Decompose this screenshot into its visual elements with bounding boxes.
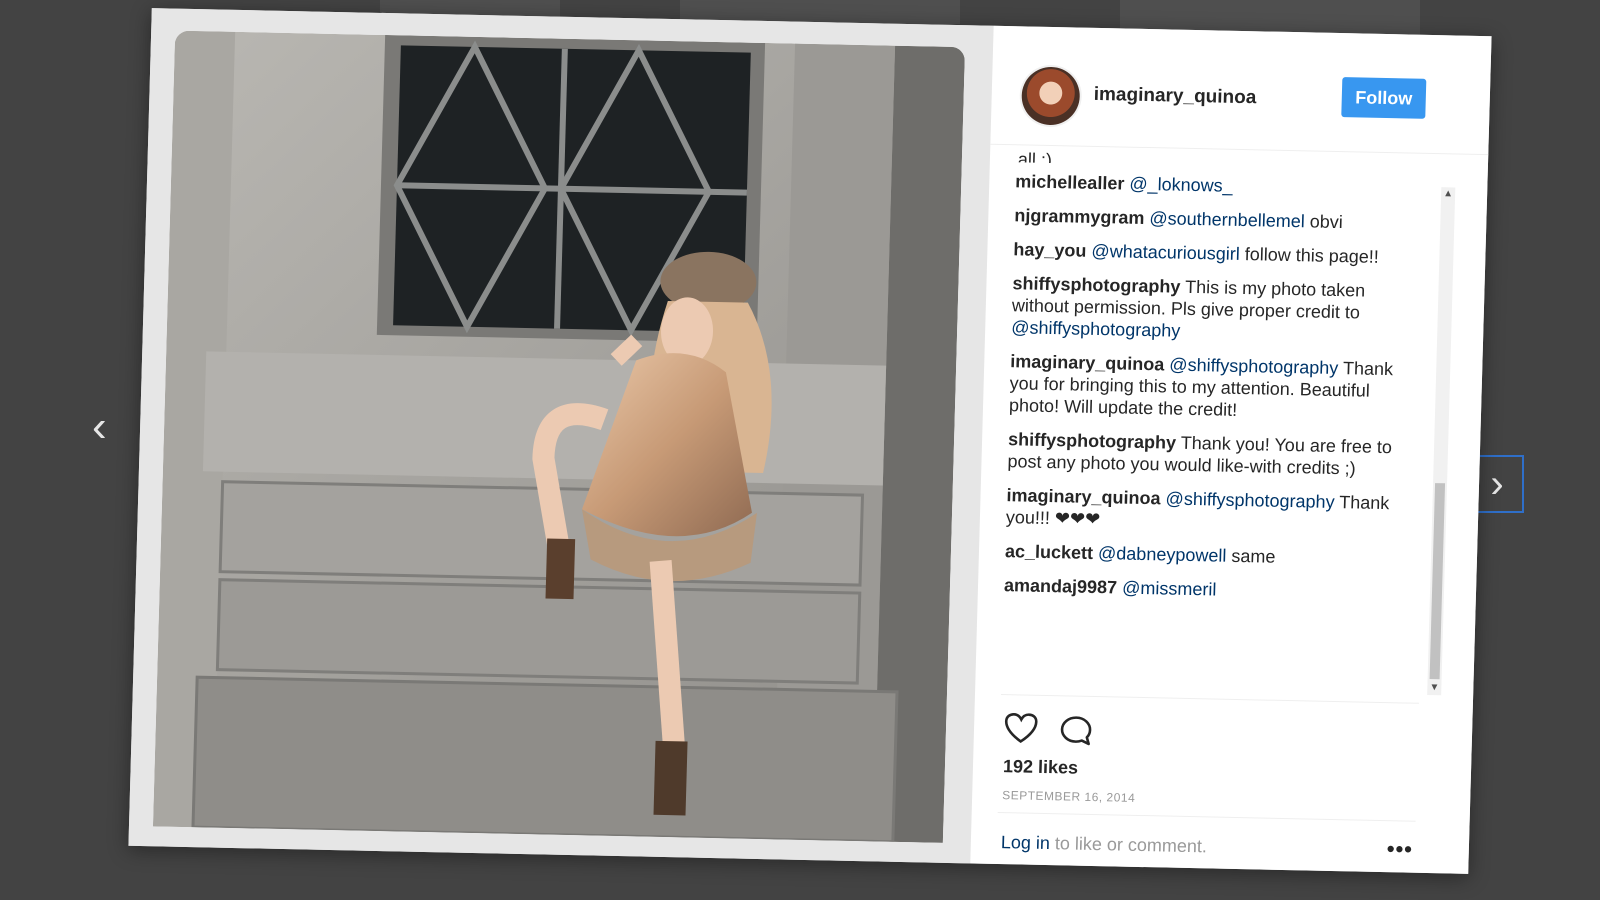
scroll-up-icon[interactable]: ▲ [1441, 187, 1455, 201]
comment-icon[interactable] [1060, 715, 1093, 746]
comment-mention[interactable]: @shiffysphotography [1165, 488, 1335, 512]
login-prompt-text: to like or comment. [1049, 833, 1208, 857]
login-link[interactable]: Log in [1001, 832, 1051, 853]
comment-item: imaginary_quinoa @shiffysphotography Tha… [1006, 484, 1417, 537]
heart-icon[interactable] [1004, 712, 1039, 745]
post-photo [152, 30, 966, 843]
comment-username[interactable]: shiffysphotography [1012, 273, 1181, 297]
comment-username[interactable]: imaginary_quinoa [1010, 351, 1165, 374]
comment-username[interactable]: njgrammygram [1014, 205, 1145, 228]
comment-mention[interactable]: @missmeril [1122, 578, 1217, 600]
post-sidebar: imaginary_quinoa Follow all :) michellea… [970, 25, 1492, 874]
comment-username[interactable]: imaginary_quinoa [1006, 485, 1161, 508]
scrollbar-thumb[interactable] [1429, 483, 1446, 680]
likes-count[interactable]: 192 likes [1003, 756, 1079, 779]
more-icon[interactable]: ••• [1386, 836, 1413, 863]
comment-item: ac_luckett @dabneypowell same [1005, 540, 1416, 571]
comment-item: michellealler @_loknows_ [1015, 170, 1426, 201]
divider [997, 812, 1416, 822]
comment-item: imaginary_quinoa @shiffysphotography Tha… [1009, 350, 1421, 425]
scroll-down-icon[interactable]: ▼ [1427, 681, 1441, 695]
comment-mention[interactable]: @dabneypowell [1098, 543, 1227, 566]
comments-list: all :) michellealler @_loknows_ njgrammy… [1001, 148, 1426, 686]
comment-mention[interactable]: @shiffysphotography [1169, 355, 1339, 379]
comment-username[interactable]: hay_you [1013, 239, 1087, 261]
comment-item: hay_you @whatacuriousgirl follow this pa… [1013, 238, 1424, 269]
comment-mention[interactable]: @shiffysphotography [1011, 317, 1181, 341]
comment-item: shiffysphotography Thank you! You are fr… [1007, 428, 1418, 481]
comment-text: obvi [1304, 211, 1344, 233]
comment-mention[interactable]: @whatacuriousgirl [1091, 241, 1240, 264]
post-modal: imaginary_quinoa Follow all :) michellea… [128, 8, 1492, 874]
comment-text: follow this page!! [1239, 243, 1380, 267]
post-date: SEPTEMBER 16, 2014 [1001, 788, 1136, 805]
avatar[interactable] [1020, 66, 1081, 126]
photo-pane [128, 8, 994, 864]
comment-username[interactable]: amandaj9987 [1004, 575, 1118, 597]
comment-item: shiffysphotography This is my photo take… [1011, 272, 1423, 347]
post-header: imaginary_quinoa Follow [990, 25, 1492, 156]
comment-username[interactable]: ac_luckett [1005, 541, 1094, 563]
comments-scrollbar[interactable]: ▲ ▼ [1427, 187, 1456, 696]
post-username[interactable]: imaginary_quinoa [1093, 84, 1256, 109]
comment-username[interactable]: shiffysphotography [1008, 429, 1177, 453]
follow-button[interactable]: Follow [1341, 77, 1427, 119]
comment-text: same [1226, 545, 1276, 567]
comment-item: njgrammygram @southernbellemel obvi [1014, 204, 1425, 235]
comment-username[interactable]: michellealler [1015, 171, 1125, 193]
login-prompt: Log in to like or comment. [1001, 832, 1208, 857]
comment-mention[interactable]: @southernbellemel [1149, 208, 1305, 231]
comment-item: amandaj9987 @missmeril [1004, 574, 1415, 605]
chevron-left-icon[interactable]: ‹ [92, 405, 107, 449]
comment-mention[interactable]: @_loknows_ [1129, 174, 1233, 196]
divider [1000, 694, 1419, 704]
